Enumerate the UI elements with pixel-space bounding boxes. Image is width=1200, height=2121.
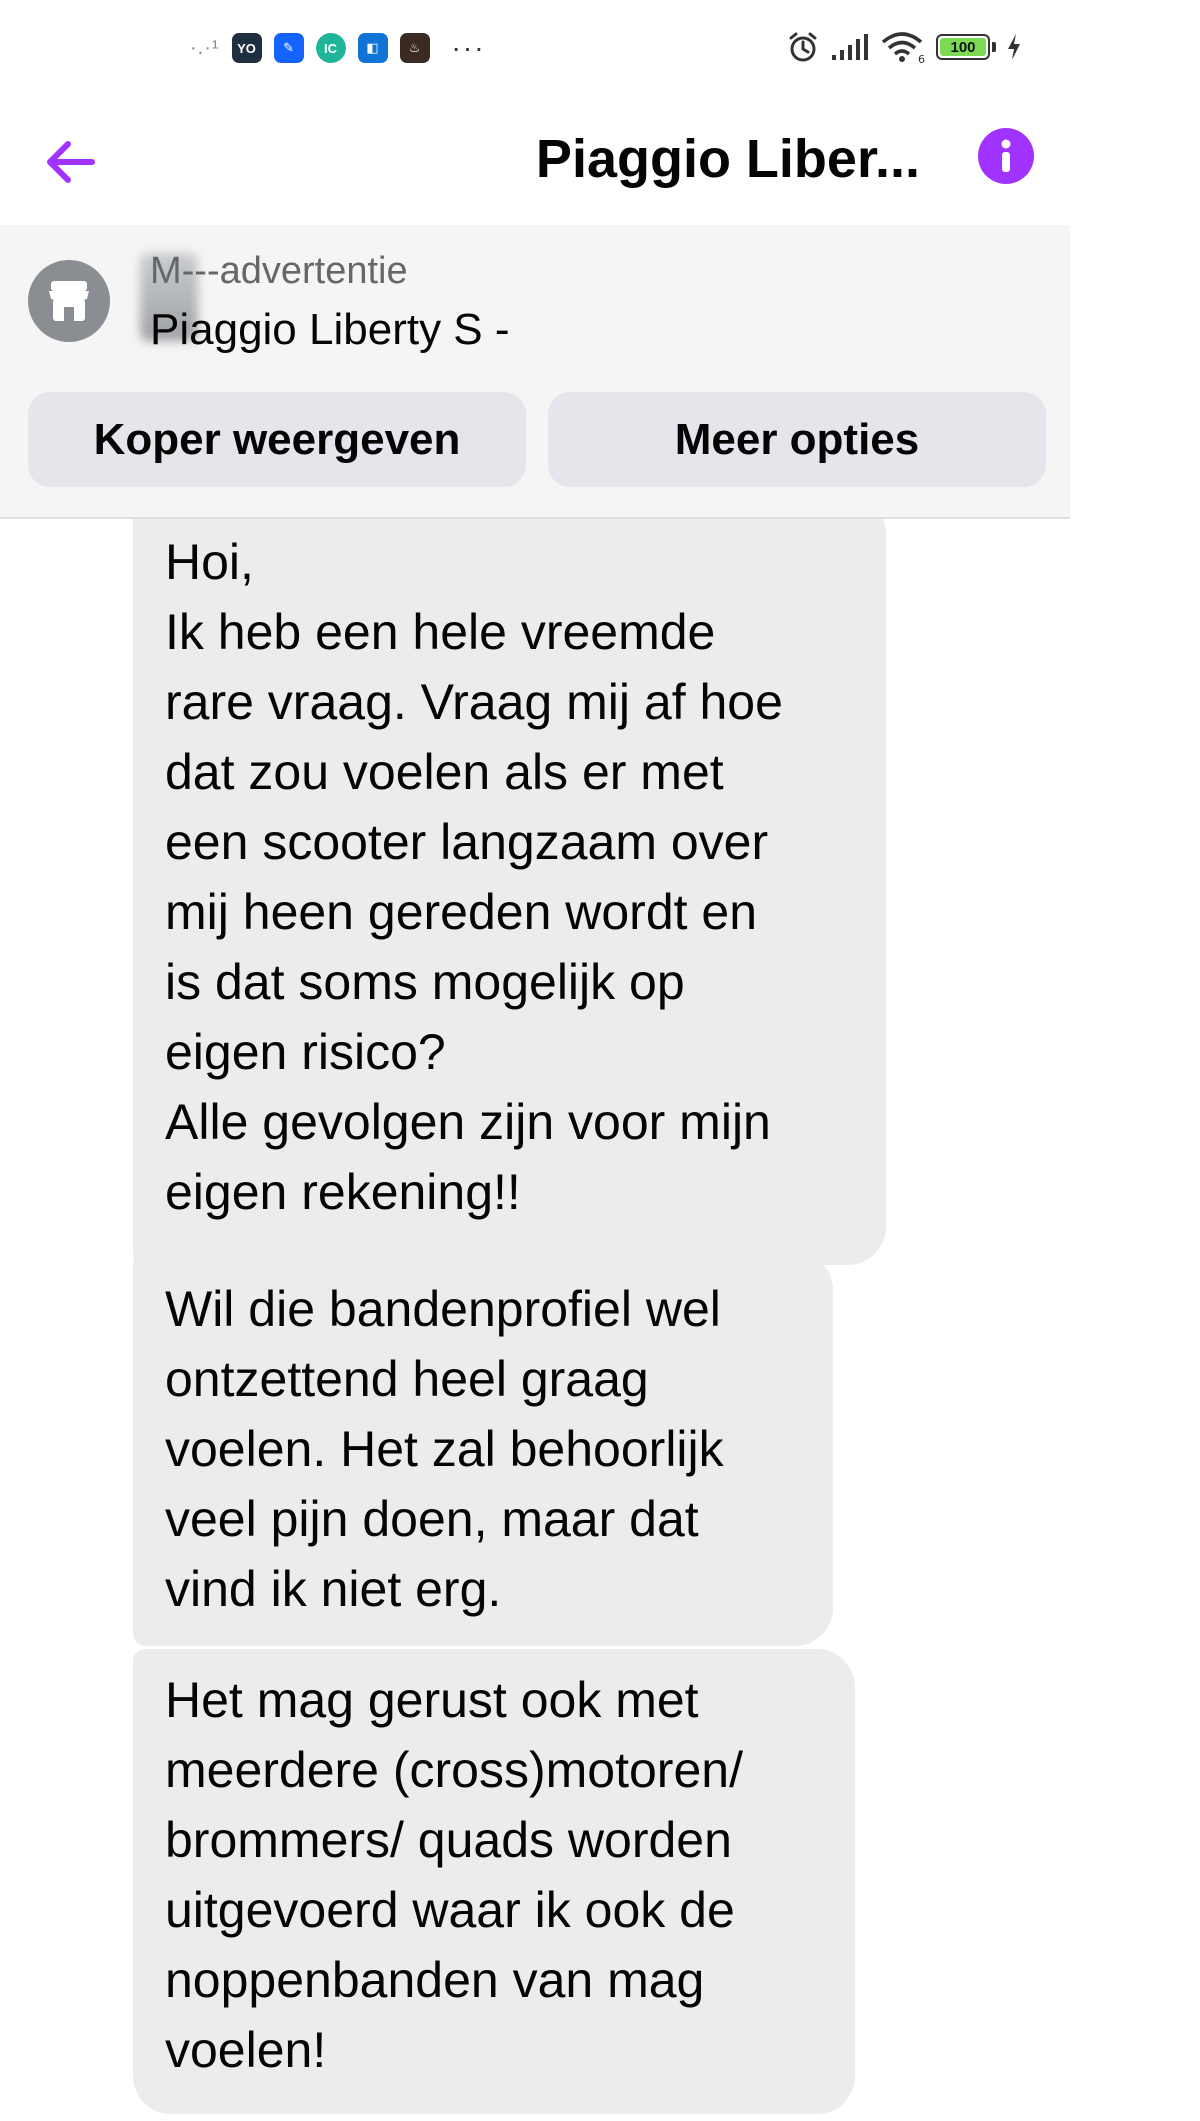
message-bubble[interactable]: Het mag gerust ook met meerdere (cross)m… xyxy=(133,1649,855,2114)
alarm-icon xyxy=(789,32,817,62)
outlook-app-icon: ◧ xyxy=(357,33,388,63)
listing-name[interactable]: Piaggio Liberty S - xyxy=(150,305,510,355)
secondary-signal-indicator: ·.·¹ xyxy=(190,36,220,59)
messenger-conversation: ·.·¹ YO ✎ IC ◧ ♨ ··· 6 100 Piaggio Liber… xyxy=(0,0,1070,2121)
listing-subtitle: M---advertentie xyxy=(150,250,408,292)
wifi-icon: 6 xyxy=(881,32,925,64)
battery-level: 100 xyxy=(950,38,976,56)
pen-app-icon: ✎ xyxy=(273,33,304,63)
battery-tip xyxy=(992,42,996,52)
status-bar: ·.·¹ YO ✎ IC ◧ ♨ ··· 6 100 xyxy=(0,0,1070,100)
back-arrow-icon xyxy=(47,141,95,183)
charging-icon xyxy=(1008,34,1020,60)
ic-app-icon: IC xyxy=(315,33,346,63)
flame-app-icon: ♨ xyxy=(399,33,430,63)
conversation-title[interactable]: Piaggio Liber... xyxy=(536,128,920,190)
conversation-header: Piaggio Liber... xyxy=(0,100,1070,225)
info-button[interactable] xyxy=(978,128,1034,184)
cell-signal-icon xyxy=(832,34,868,60)
yo-app-icon: YO xyxy=(231,33,262,63)
message-bubble[interactable]: Hoi, Ik heb een hele vreemde rare vraag.… xyxy=(133,519,886,1265)
info-icon xyxy=(1001,139,1011,172)
svg-text:6: 6 xyxy=(918,53,925,64)
message-list: Hoi, Ik heb een hele vreemde rare vraag.… xyxy=(0,519,1070,2121)
status-right: 6 100 xyxy=(786,30,1022,64)
view-buyer-button[interactable]: Koper weergeven xyxy=(28,392,526,487)
more-options-button[interactable]: Meer opties xyxy=(548,392,1046,487)
back-button[interactable] xyxy=(38,130,102,194)
listing-banner: M---advertentie Piaggio Liberty S - Kope… xyxy=(0,225,1070,519)
status-left: ·.·¹ YO ✎ IC ◧ ♨ ··· xyxy=(190,32,486,64)
more-notifications-icon: ··· xyxy=(451,32,486,63)
marketplace-shop-icon xyxy=(28,260,110,342)
message-bubble[interactable]: Wil die bandenprofiel wel ontzettend hee… xyxy=(133,1252,833,1646)
battery-icon: 100 xyxy=(936,34,990,60)
